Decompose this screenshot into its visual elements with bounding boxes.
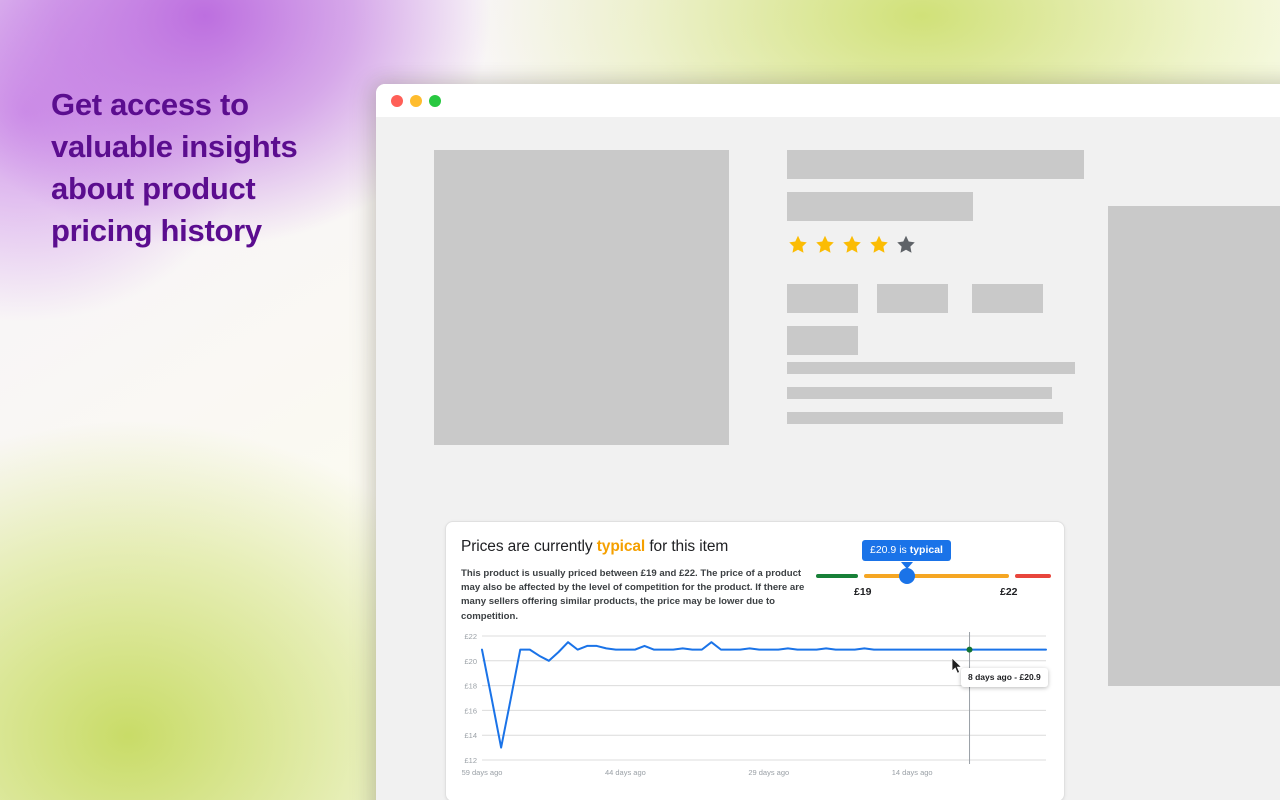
svg-text:44 days ago: 44 days ago xyxy=(605,768,646,777)
svg-text:£16: £16 xyxy=(464,706,477,715)
maximize-window-button[interactable] xyxy=(429,94,441,107)
chart-svg: £22 £20 £18 £16 £14 £12 59 days ago 44 days ag… xyxy=(462,632,1047,777)
product-description-placeholder-2 xyxy=(787,387,1052,399)
svg-text:£18: £18 xyxy=(464,682,477,691)
heading-accent: typical xyxy=(596,538,646,555)
chart-x-axis-labels: 59 days ago 44 days ago 29 days ago 14 days… xyxy=(462,768,933,777)
product-page-body: Prices are currently typical for this it… xyxy=(376,117,1280,800)
price-insight-heading: Prices are currently typical for this it… xyxy=(461,538,728,556)
slider-track[interactable] xyxy=(816,574,1051,578)
current-price-badge: £20.9 is typical xyxy=(862,540,951,561)
slider-high-label: £22 xyxy=(1000,586,1018,598)
product-image-placeholder xyxy=(434,150,729,445)
slider-low-label: £19 xyxy=(854,586,872,598)
product-option-placeholder-3 xyxy=(972,284,1043,313)
slider-segment-typical xyxy=(864,574,1009,578)
svg-text:£22: £22 xyxy=(464,632,477,641)
product-option-placeholder-2 xyxy=(877,284,948,313)
heading-prefix: Prices are currently xyxy=(461,538,597,555)
badge-suffix: is xyxy=(896,544,910,556)
chart-tooltip: 8 days ago - £20.9 xyxy=(961,668,1048,687)
star-icon-filled-2 xyxy=(816,235,834,253)
product-subtitle-placeholder xyxy=(787,192,973,221)
svg-text:29 days ago: 29 days ago xyxy=(748,768,789,777)
product-description-placeholder-3 xyxy=(787,412,1063,424)
price-insight-description: This product is usually priced between £… xyxy=(461,568,805,622)
price-history-chart[interactable]: £22 £20 £18 £16 £14 £12 59 days ago 44 days ag… xyxy=(454,630,1054,795)
chart-y-axis-labels: £22 £20 £18 £16 £14 £12 xyxy=(464,632,477,765)
star-icon-filled-1 xyxy=(789,235,807,253)
browser-titlebar xyxy=(376,84,1280,117)
product-option-placeholder-1 xyxy=(787,284,858,313)
slider-segment-high xyxy=(1015,574,1051,578)
badge-status: typical xyxy=(909,544,943,556)
product-description-placeholder-1 xyxy=(787,362,1075,374)
star-icon-filled-3 xyxy=(843,235,861,253)
product-title-placeholder xyxy=(787,150,1084,179)
price-range-slider[interactable]: £20.9 is typical £19 £22 xyxy=(816,540,1051,615)
badge-price: £20.9 xyxy=(870,544,897,556)
star-icon-empty-5 xyxy=(897,235,915,253)
slider-segment-low xyxy=(816,574,858,578)
svg-text:£20: £20 xyxy=(464,657,477,666)
chart-hover-marker xyxy=(966,646,973,653)
page-title: Get access to valuable insights about pr… xyxy=(51,87,298,248)
slider-thumb[interactable] xyxy=(899,568,915,584)
close-window-button[interactable] xyxy=(391,94,403,107)
product-option-placeholder-4 xyxy=(787,326,858,355)
chart-gridlines xyxy=(482,635,1046,761)
svg-text:£14: £14 xyxy=(464,731,477,740)
star-icon-filled-4 xyxy=(870,235,888,253)
star-rating xyxy=(787,234,917,255)
minimize-window-button[interactable] xyxy=(410,94,422,107)
heading-suffix: for this item xyxy=(645,538,729,555)
mouse-cursor-icon xyxy=(952,658,963,674)
svg-text:14 days ago: 14 days ago xyxy=(892,768,933,777)
browser-window: Prices are currently typical for this it… xyxy=(376,84,1280,800)
price-insight-card: Prices are currently typical for this it… xyxy=(445,521,1065,800)
buy-box-placeholder xyxy=(1108,206,1280,686)
svg-text:59 days ago: 59 days ago xyxy=(462,768,503,777)
svg-text:£12: £12 xyxy=(464,756,477,765)
